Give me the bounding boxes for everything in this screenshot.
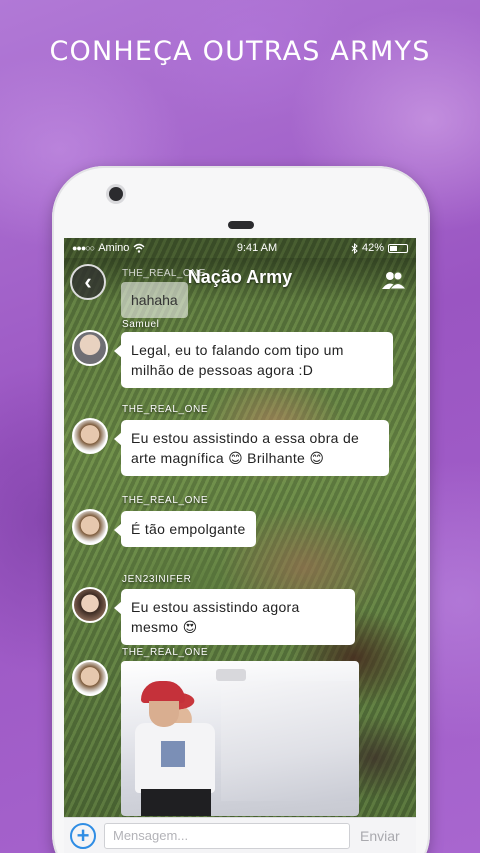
- avatar-icon[interactable]: [72, 660, 108, 696]
- message-username: THE_REAL_ONE: [122, 647, 209, 658]
- shared-photo[interactable]: [121, 661, 359, 816]
- message-input[interactable]: [104, 822, 350, 849]
- front-camera: [109, 187, 123, 201]
- send-button[interactable]: Enviar: [360, 828, 400, 844]
- message-bubble[interactable]: É tão empolgante: [114, 511, 256, 547]
- signal-strength-icon: ●●●○○: [72, 243, 95, 253]
- chat-title: Nação Army: [187, 267, 293, 287]
- battery-icon: [388, 243, 408, 253]
- chat-screen: ●●●○○ Amino 9:41 AM 42% THE_REAL_ONE hah…: [64, 238, 416, 853]
- carrier-name: Amino: [98, 242, 130, 254]
- message-username: Samuel: [122, 319, 160, 330]
- wifi-icon: [133, 243, 145, 253]
- message-bubble[interactable]: Eu estou assistindo a essa obra de arte …: [114, 420, 389, 476]
- message-composer: + Enviar: [64, 817, 416, 853]
- message-bubble[interactable]: Legal, eu to falando com tipo um milhão …: [114, 332, 393, 388]
- plus-circle-icon: +: [76, 822, 90, 848]
- message-username: THE_REAL_ONE: [122, 404, 209, 415]
- status-time: 9:41 AM: [236, 242, 278, 254]
- chat-header: THE_REAL_ONE hahaha ‹ Nação Army: [64, 258, 416, 318]
- bluetooth-icon: [351, 242, 358, 254]
- add-attachment-button[interactable]: +: [70, 822, 96, 849]
- message-bubble[interactable]: Eu estou assistindo agora mesmo 😍: [114, 589, 355, 645]
- avatar-icon[interactable]: [72, 418, 108, 454]
- avatar-icon[interactable]: [72, 330, 108, 366]
- battery-percent: 42%: [361, 242, 384, 254]
- people-icon[interactable]: [380, 269, 408, 291]
- status-bar: ●●●○○ Amino 9:41 AM 42%: [64, 238, 416, 258]
- avatar-icon[interactable]: [72, 509, 108, 545]
- promo-headline: CONHEÇA OUTRAS ARMYS: [49, 36, 431, 67]
- earpiece-speaker: [228, 221, 254, 229]
- avatar-icon[interactable]: [72, 587, 108, 623]
- message-username: JEN23INIFER: [122, 574, 192, 585]
- message-username: THE_REAL_ONE: [122, 495, 209, 506]
